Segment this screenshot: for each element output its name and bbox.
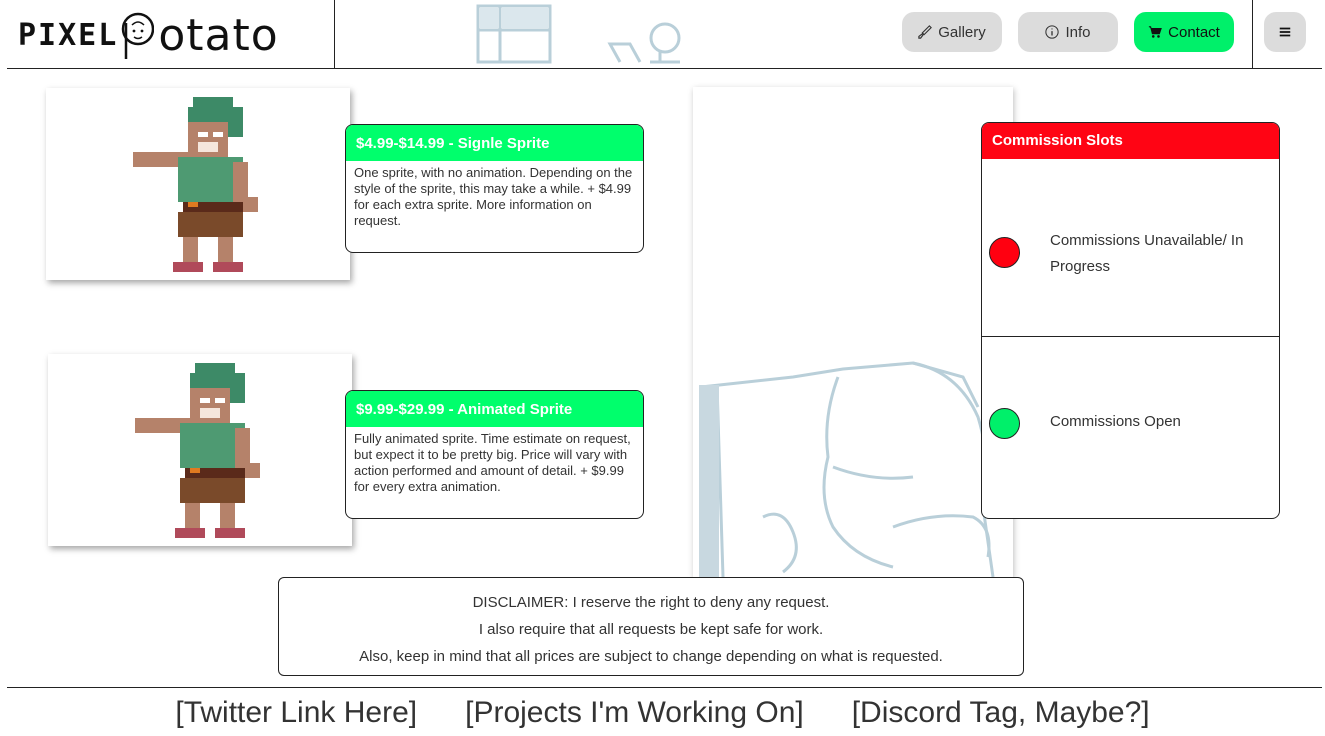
price-card-single-sprite: $4.99-$14.99 - Signle Sprite One sprite,… (345, 124, 644, 253)
green-status-dot-icon (989, 408, 1020, 439)
menu-button[interactable] (1264, 12, 1306, 52)
pixel-character-image (133, 96, 258, 272)
gallery-button[interactable]: Gallery (902, 12, 1002, 52)
status-row-unavailable: Commissions Unavailable/ In Progress (982, 160, 1279, 337)
contact-button[interactable]: Contact (1134, 12, 1234, 52)
info-icon (1045, 25, 1060, 39)
price-card-title: $9.99-$29.99 - Animated Sprite (346, 391, 643, 427)
red-status-dot-icon (989, 237, 1020, 268)
status-label: Commissions Unavailable/ In Progress (1050, 232, 1244, 275)
brush-icon (918, 25, 933, 39)
contact-button-label: Contact (1168, 23, 1220, 41)
price-card-description: One sprite, with no animation. Depending… (354, 165, 633, 228)
price-card-title: $4.99-$14.99 - Signle Sprite (346, 125, 643, 161)
info-button-label: Info (1065, 23, 1091, 41)
header-sketch-art (460, 0, 710, 68)
status-label: Commissions Open (1050, 413, 1181, 430)
disclaimer-line: I also require that all requests be kept… (478, 621, 824, 638)
sprite-preview-animated (48, 354, 352, 546)
disclaimer-line: Also, keep in mind that all prices are s… (359, 648, 943, 665)
price-card-animated-sprite: $9.99-$29.99 - Animated Sprite Fully ani… (345, 390, 644, 519)
disclaimer-line: DISCLAIMER: I reserve the right to deny … (472, 594, 830, 611)
commission-slots-title: Commission Slots (982, 123, 1279, 159)
site-footer: [Twitter Link Here] [Projects I'm Workin… (0, 690, 1325, 732)
twitter-link[interactable]: [Twitter Link Here] (175, 690, 417, 732)
site-logo[interactable]: PIXEL otato (18, 6, 279, 64)
gallery-button-label: Gallery (938, 23, 986, 41)
header-divider-left (334, 0, 335, 68)
site-header: PIXEL otato Gallery Info Contact (0, 0, 1325, 69)
header-divider-right (1252, 0, 1253, 68)
commission-slots-panel: Commission Slots Commissions Unavailable… (981, 122, 1280, 519)
logo-pixel-text: PIXEL (18, 17, 119, 53)
potato-p-icon (118, 12, 155, 59)
projects-link[interactable]: [Projects I'm Working On] (465, 690, 804, 732)
info-button[interactable]: Info (1018, 12, 1118, 52)
hamburger-icon (1279, 27, 1291, 37)
price-card-description: Fully animated sprite. Time estimate on … (354, 431, 631, 494)
sprite-preview-single (46, 88, 350, 280)
sketch-artwork-image (693, 87, 1013, 577)
logo-potato-text: otato (158, 9, 279, 61)
footer-rule (7, 687, 1322, 688)
header-rule (7, 68, 1322, 69)
status-row-open: Commissions Open (982, 337, 1279, 517)
disclaimer-box: DISCLAIMER: I reserve the right to deny … (278, 577, 1024, 676)
pixel-character-image (135, 362, 260, 538)
discord-link[interactable]: [Discord Tag, Maybe?] (852, 690, 1150, 732)
cart-icon (1149, 26, 1162, 38)
